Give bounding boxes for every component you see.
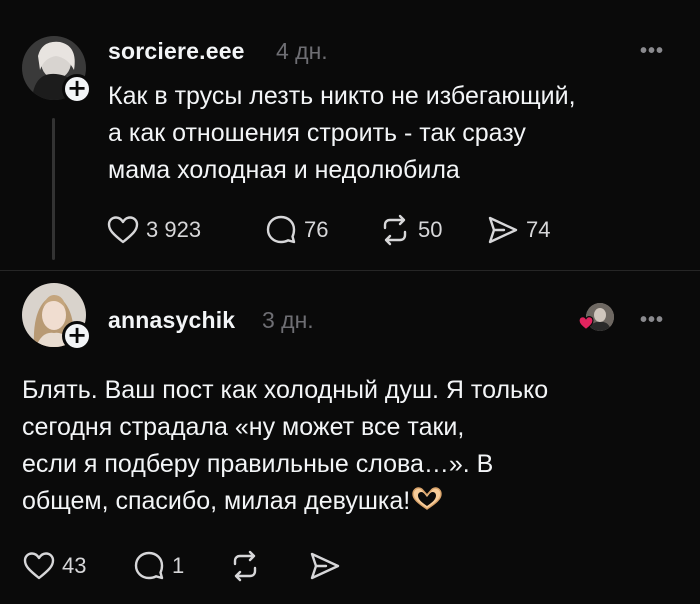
post-text: Блять. Ваш пост как холодный душ. Я толь… (22, 372, 548, 520)
repost-button[interactable]: 50 (378, 213, 442, 247)
heart-hands-emoji (412, 487, 442, 510)
post-text-line-with-emoji: общем, спасибо, милая девушка! (22, 483, 548, 520)
post-annasychik: + annasychik 3 дн. ••• Блять. Ваш пост к… (0, 271, 700, 604)
like-button[interactable]: 3 923 (106, 213, 201, 247)
comment-button[interactable]: 76 (264, 213, 328, 247)
author-avatar-wrap[interactable]: + (22, 36, 92, 104)
heart-icon (107, 216, 139, 244)
post-sorciere: + sorciere.eee 4 дн. ••• Как в трусы лез… (0, 0, 700, 270)
liked-by-author-badge (578, 303, 614, 337)
post-text-line: сегодня страдала «ну может все таки, (22, 413, 465, 441)
more-options-button[interactable]: ••• (640, 40, 664, 63)
share-button[interactable] (308, 549, 348, 583)
like-count: 43 (62, 553, 87, 578)
post-text-line: а как отношения строить - так сразу (108, 119, 526, 147)
post-text: Как в трусы лезть никто не избегающий, а… (108, 78, 576, 189)
comment-count: 76 (304, 217, 329, 242)
post-text-line: если я подберу правильные слова…». В (22, 450, 494, 478)
post-text-line: общем, спасибо, милая девушка! (22, 487, 411, 515)
author-username[interactable]: annasychik (108, 307, 235, 334)
post-text-line: Блять. Ваш пост как холодный душ. Я толь… (22, 376, 549, 404)
follow-plus-icon[interactable]: + (62, 321, 92, 351)
repost-arrows-icon (233, 550, 257, 582)
share-count: 74 (526, 217, 551, 242)
author-username[interactable]: sorciere.eee (108, 38, 245, 65)
repost-button[interactable] (228, 549, 268, 583)
author-avatar-wrap[interactable]: + (22, 283, 92, 351)
post-text-line: Как в трусы лезть никто не избегающий, (108, 82, 576, 110)
send-icon (488, 216, 518, 244)
comment-count: 1 (172, 553, 185, 578)
share-button[interactable]: 74 (486, 213, 550, 247)
comment-bubble-icon (134, 551, 164, 580)
like-count: 3 923 (146, 217, 202, 242)
like-button[interactable]: 43 (22, 549, 86, 583)
repost-count: 50 (418, 217, 443, 242)
post-time: 4 дн. (276, 38, 328, 64)
thread-line (52, 118, 55, 260)
post-text-line: мама холодная и недолюбила (108, 156, 460, 184)
send-icon (310, 552, 340, 580)
repost-arrows-icon (383, 214, 407, 246)
post-time: 3 дн. (262, 307, 314, 333)
more-options-button[interactable]: ••• (640, 309, 664, 332)
follow-plus-icon[interactable]: + (62, 74, 92, 104)
comment-bubble-icon (266, 215, 296, 244)
comment-button[interactable]: 1 (132, 549, 184, 583)
heart-icon (23, 552, 55, 580)
liked-heart-icon (578, 315, 594, 331)
